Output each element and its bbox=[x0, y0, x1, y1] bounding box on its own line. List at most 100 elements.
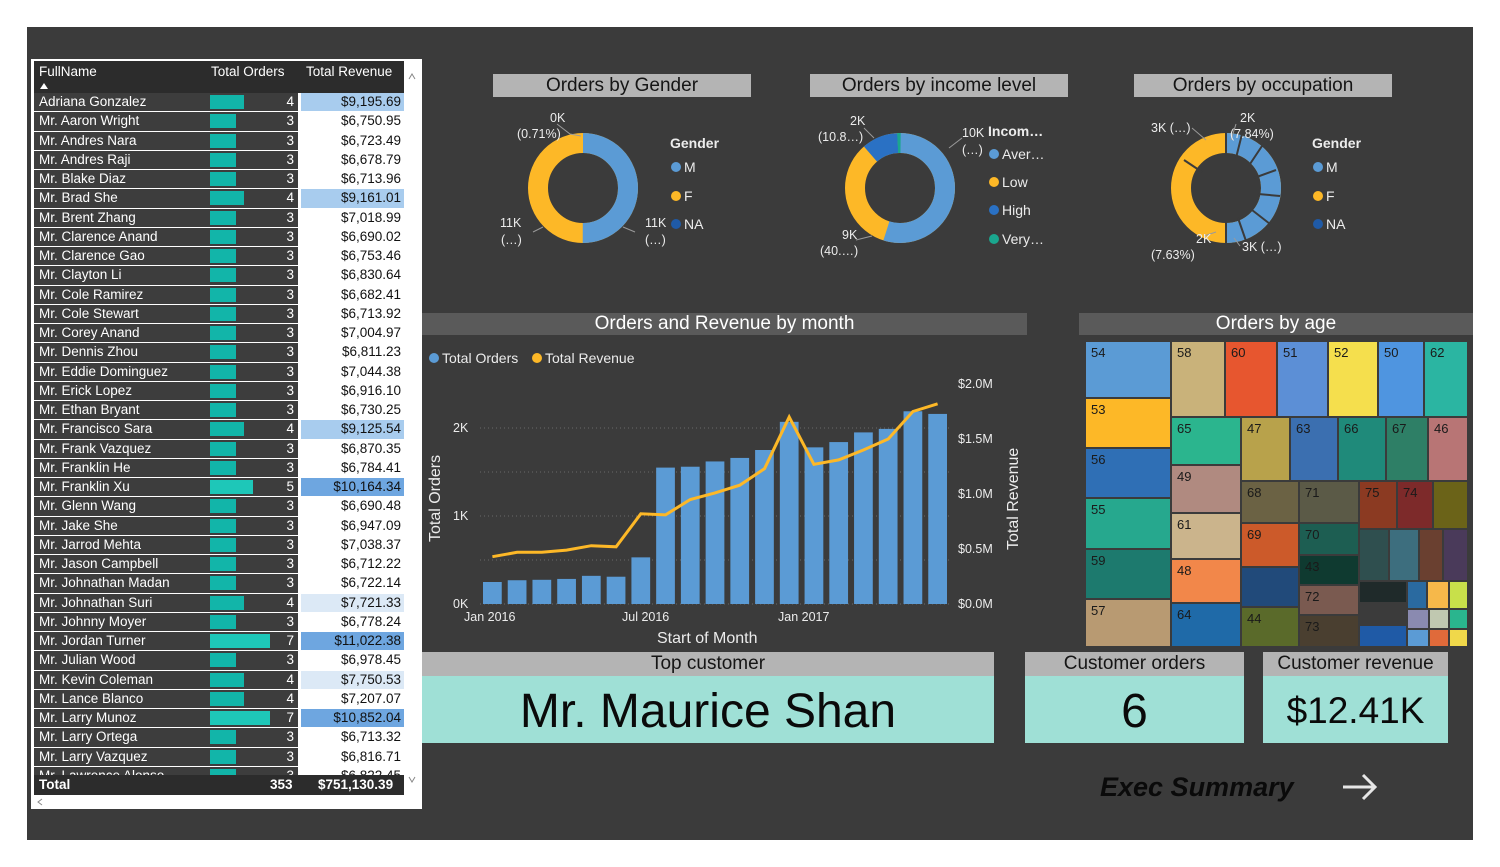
age-tile-43[interactable]: 43 bbox=[1299, 555, 1359, 585]
age-tile-70[interactable]: 70 bbox=[1299, 523, 1359, 555]
table-row[interactable]: Mr. Jake She 3 $6,947.09 bbox=[34, 516, 404, 536]
orders-value: 3 bbox=[286, 363, 294, 379]
orders-value: 3 bbox=[286, 286, 294, 302]
table-row[interactable]: Mr. Cole Stewart 3 $6,713.92 bbox=[34, 304, 404, 324]
age-tile-58[interactable]: 58 bbox=[1171, 341, 1225, 417]
gender-legend-f: F bbox=[684, 188, 693, 204]
age-tile-53[interactable]: 53 bbox=[1085, 398, 1171, 448]
customer-table[interactable]: FullName Total Orders Total Revenue Adri… bbox=[31, 59, 422, 809]
cell-fullname: Mr. Franklin Xu bbox=[34, 478, 208, 497]
table-row[interactable]: Mr. Lance Blanco 4 $7,207.07 bbox=[34, 689, 404, 709]
income-donut-chart[interactable]: 2K (10.8…) 10K (…) 9K (40.…) Incom… Aver… bbox=[812, 100, 1072, 270]
monthly-combo-chart[interactable]: Total Orders Total Revenue 0K 1K 2K $0.0… bbox=[422, 340, 1022, 648]
age-tile-51[interactable]: 51 bbox=[1277, 341, 1328, 417]
income-legend-very: Very… bbox=[1002, 231, 1044, 247]
table-row[interactable]: Mr. Andres Raji 3 $6,678.79 bbox=[34, 150, 404, 170]
legend-dot-orders bbox=[429, 353, 439, 363]
age-tile-62[interactable]: 62 bbox=[1424, 341, 1468, 417]
age-tile-59[interactable]: 59 bbox=[1085, 549, 1171, 599]
age-tile-57[interactable]: 57 bbox=[1085, 599, 1171, 647]
table-row[interactable]: Mr. Johnny Moyer 3 $6,778.24 bbox=[34, 612, 404, 632]
table-row[interactable]: Mr. Johnathan Madan 3 $6,722.14 bbox=[34, 574, 404, 593]
exec-summary-nav-button[interactable]: Exec Summary bbox=[1098, 770, 1388, 810]
cell-fullname: Mr. Cole Stewart bbox=[34, 304, 208, 324]
table-row[interactable]: Mr. Johnathan Suri 4 $7,721.33 bbox=[34, 593, 404, 613]
cell-total-orders: 3 bbox=[208, 362, 298, 381]
table-row[interactable]: Mr. Cole Ramirez 3 $6,682.41 bbox=[34, 285, 404, 305]
table-row[interactable]: Mr. Kevin Coleman 4 $7,750.53 bbox=[34, 670, 404, 690]
age-tile-71[interactable]: 71 bbox=[1299, 481, 1359, 523]
table-row[interactable]: Mr. Brent Zhang 3 $7,018.99 bbox=[34, 208, 404, 228]
table-row[interactable]: Mr. Franklin He 3 $6,784.41 bbox=[34, 458, 404, 478]
age-tile-74[interactable]: 74 bbox=[1397, 481, 1433, 529]
age-tile-47[interactable]: 47 bbox=[1241, 417, 1290, 481]
table-row[interactable]: Mr. Clarence Gao 3 $6,753.46 bbox=[34, 247, 404, 266]
horizontal-scrollbar[interactable] bbox=[34, 797, 406, 807]
table-row[interactable]: Mr. Brad She 4 $9,161.01 bbox=[34, 189, 404, 208]
cell-fullname: Mr. Jason Campbell bbox=[34, 555, 208, 574]
table-row[interactable]: Mr. Aaron Wright 3 $6,750.95 bbox=[34, 112, 404, 131]
age-tile-54[interactable]: 54 bbox=[1085, 341, 1171, 398]
age-tile-65[interactable]: 65 bbox=[1171, 417, 1241, 465]
table-row[interactable]: Adriana Gonzalez 4 $9,195.69 bbox=[34, 93, 404, 112]
age-tile-44[interactable]: 44 bbox=[1241, 607, 1299, 647]
table-row[interactable]: Mr. Frank Vazquez 3 $6,870.35 bbox=[34, 439, 404, 459]
col-header-fullname[interactable]: FullName bbox=[39, 64, 97, 79]
age-tile-46[interactable]: 46 bbox=[1428, 417, 1468, 481]
orders-databar bbox=[210, 422, 244, 437]
table-row[interactable]: Mr. Jarrod Mehta 3 $7,038.37 bbox=[34, 535, 404, 555]
age-tile-56[interactable]: 56 bbox=[1085, 448, 1171, 498]
age-tile-60[interactable]: 60 bbox=[1225, 341, 1277, 417]
table-row[interactable]: Mr. Erick Lopez 3 $6,916.10 bbox=[34, 381, 404, 401]
table-row[interactable]: Mr. Ethan Bryant 3 $6,730.25 bbox=[34, 401, 404, 420]
age-tile-72[interactable]: 72 bbox=[1299, 585, 1359, 615]
age-tile-66[interactable]: 66 bbox=[1338, 417, 1386, 481]
table-row[interactable]: Mr. Jordan Turner 7 $11,022.38 bbox=[34, 632, 404, 651]
y-right-tick-3: $1.5M bbox=[958, 432, 993, 446]
table-row[interactable]: Mr. Clarence Anand 3 $6,690.02 bbox=[34, 227, 404, 247]
table-row[interactable]: Mr. Corey Anand 3 $7,004.97 bbox=[34, 324, 404, 343]
age-treemap[interactable]: 54 58 60 51 52 50 62 53 65 47 63 66 67 4… bbox=[1085, 341, 1468, 647]
age-tile-64[interactable]: 64 bbox=[1171, 603, 1241, 647]
cell-fullname: Mr. Larry Vazquez bbox=[34, 747, 208, 766]
orders-value: 3 bbox=[286, 248, 294, 263]
table-row[interactable]: Mr. Larry Vazquez 3 $6,816.71 bbox=[34, 747, 404, 767]
age-tile-55[interactable]: 55 bbox=[1085, 498, 1171, 549]
table-row[interactable]: Mr. Blake Diaz 3 $6,713.96 bbox=[34, 170, 404, 189]
table-row[interactable]: Mr. Dennis Zhou 3 $6,811.23 bbox=[34, 343, 404, 362]
table-row[interactable]: Mr. Jason Campbell 3 $6,712.22 bbox=[34, 555, 404, 574]
table-row[interactable]: Mr. Francisco Sara 4 $9,125.54 bbox=[34, 420, 404, 439]
occupation-donut-chart[interactable]: 3K (…) 2K (7.84%) 2K (7.63%) 3K (…) Gend… bbox=[1134, 100, 1394, 270]
orders-databar bbox=[210, 749, 236, 764]
age-tile-75[interactable]: 75 bbox=[1359, 481, 1397, 529]
age-tile-unlabeled-10 bbox=[1449, 581, 1468, 609]
sort-ascending-icon[interactable] bbox=[40, 83, 48, 89]
table-row[interactable]: Mr. Glenn Wang 3 $6,690.48 bbox=[34, 497, 404, 516]
age-tile-68[interactable]: 68 bbox=[1241, 481, 1299, 523]
table-row[interactable]: Mr. Clayton Li 3 $6,830.64 bbox=[34, 266, 404, 285]
orders-databar bbox=[210, 383, 236, 398]
age-tile-63[interactable]: 63 bbox=[1290, 417, 1338, 481]
table-row[interactable]: Mr. Larry Munoz 7 $10,852.04 bbox=[34, 709, 404, 728]
table-row[interactable]: Mr. Eddie Dominguez 3 $7,044.38 bbox=[34, 362, 404, 382]
age-tile-73[interactable]: 73 bbox=[1299, 615, 1359, 647]
table-row[interactable]: Mr. Franklin Xu 5 $10,164.34 bbox=[34, 478, 404, 497]
age-tile-48[interactable]: 48 bbox=[1171, 559, 1241, 603]
gender-donut-chart[interactable]: 0K (0.71%) 11K (…) 11K (…) Gender M F NA bbox=[495, 100, 755, 270]
age-tile-61[interactable]: 61 bbox=[1171, 513, 1241, 559]
col-header-total-revenue[interactable]: Total Revenue bbox=[306, 64, 392, 79]
y-left-axis-label: Total Orders bbox=[427, 455, 444, 542]
gender-label-f-pct: (…) bbox=[501, 233, 522, 247]
table-row[interactable]: Mr. Julian Wood 3 $6,978.45 bbox=[34, 651, 404, 670]
vertical-scrollbar[interactable] bbox=[406, 63, 418, 793]
age-tile-69[interactable]: 69 bbox=[1241, 523, 1299, 567]
cell-fullname: Mr. Andres Raji bbox=[34, 150, 208, 170]
age-tile-67[interactable]: 67 bbox=[1386, 417, 1428, 481]
col-header-total-orders[interactable]: Total Orders bbox=[211, 64, 285, 79]
table-row[interactable]: Mr. Larry Ortega 3 $6,713.32 bbox=[34, 728, 404, 747]
cell-fullname: Mr. Ethan Bryant bbox=[34, 401, 208, 420]
age-tile-49[interactable]: 49 bbox=[1171, 465, 1241, 513]
age-tile-50[interactable]: 50 bbox=[1378, 341, 1424, 417]
age-tile-52[interactable]: 52 bbox=[1328, 341, 1378, 417]
table-row[interactable]: Mr. Andres Nara 3 $6,723.49 bbox=[34, 131, 404, 151]
